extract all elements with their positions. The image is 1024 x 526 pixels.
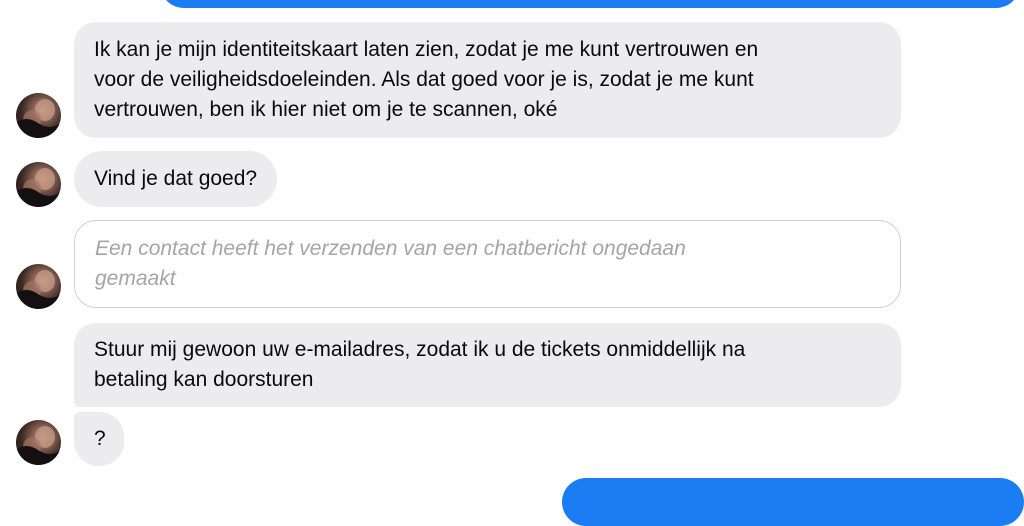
message-text: ?	[94, 427, 106, 450]
message-text: Ik kan je mijn identiteitskaart laten zi…	[94, 38, 759, 121]
avatar-image	[16, 270, 61, 309]
message-text: Vind je dat goed?	[94, 167, 258, 190]
message-text: Stuur mij gewoon uw e-mailadres, zodat i…	[94, 338, 746, 391]
unsent-notice-text: Een contact heeft het verzenden van een …	[95, 237, 686, 290]
received-message-bubble[interactable]: ?	[74, 412, 124, 466]
received-message-bubble[interactable]: Ik kan je mijn identiteitskaart laten zi…	[74, 22, 901, 138]
contact-avatar[interactable]	[16, 264, 61, 309]
avatar-image	[16, 99, 61, 138]
contact-avatar[interactable]	[16, 420, 61, 465]
received-message-bubble[interactable]: Stuur mij gewoon uw e-mailadres, zodat i…	[74, 323, 901, 407]
unsent-message-notice: Een contact heeft het verzenden van een …	[74, 220, 901, 308]
avatar-image	[16, 168, 61, 207]
received-message-bubble[interactable]: Vind je dat goed?	[74, 151, 278, 207]
sent-message-bubble[interactable]	[562, 478, 1024, 526]
sent-message-bubble[interactable]	[160, 0, 1020, 8]
avatar-image	[16, 426, 61, 465]
contact-avatar[interactable]	[16, 93, 61, 138]
contact-avatar[interactable]	[16, 162, 61, 207]
